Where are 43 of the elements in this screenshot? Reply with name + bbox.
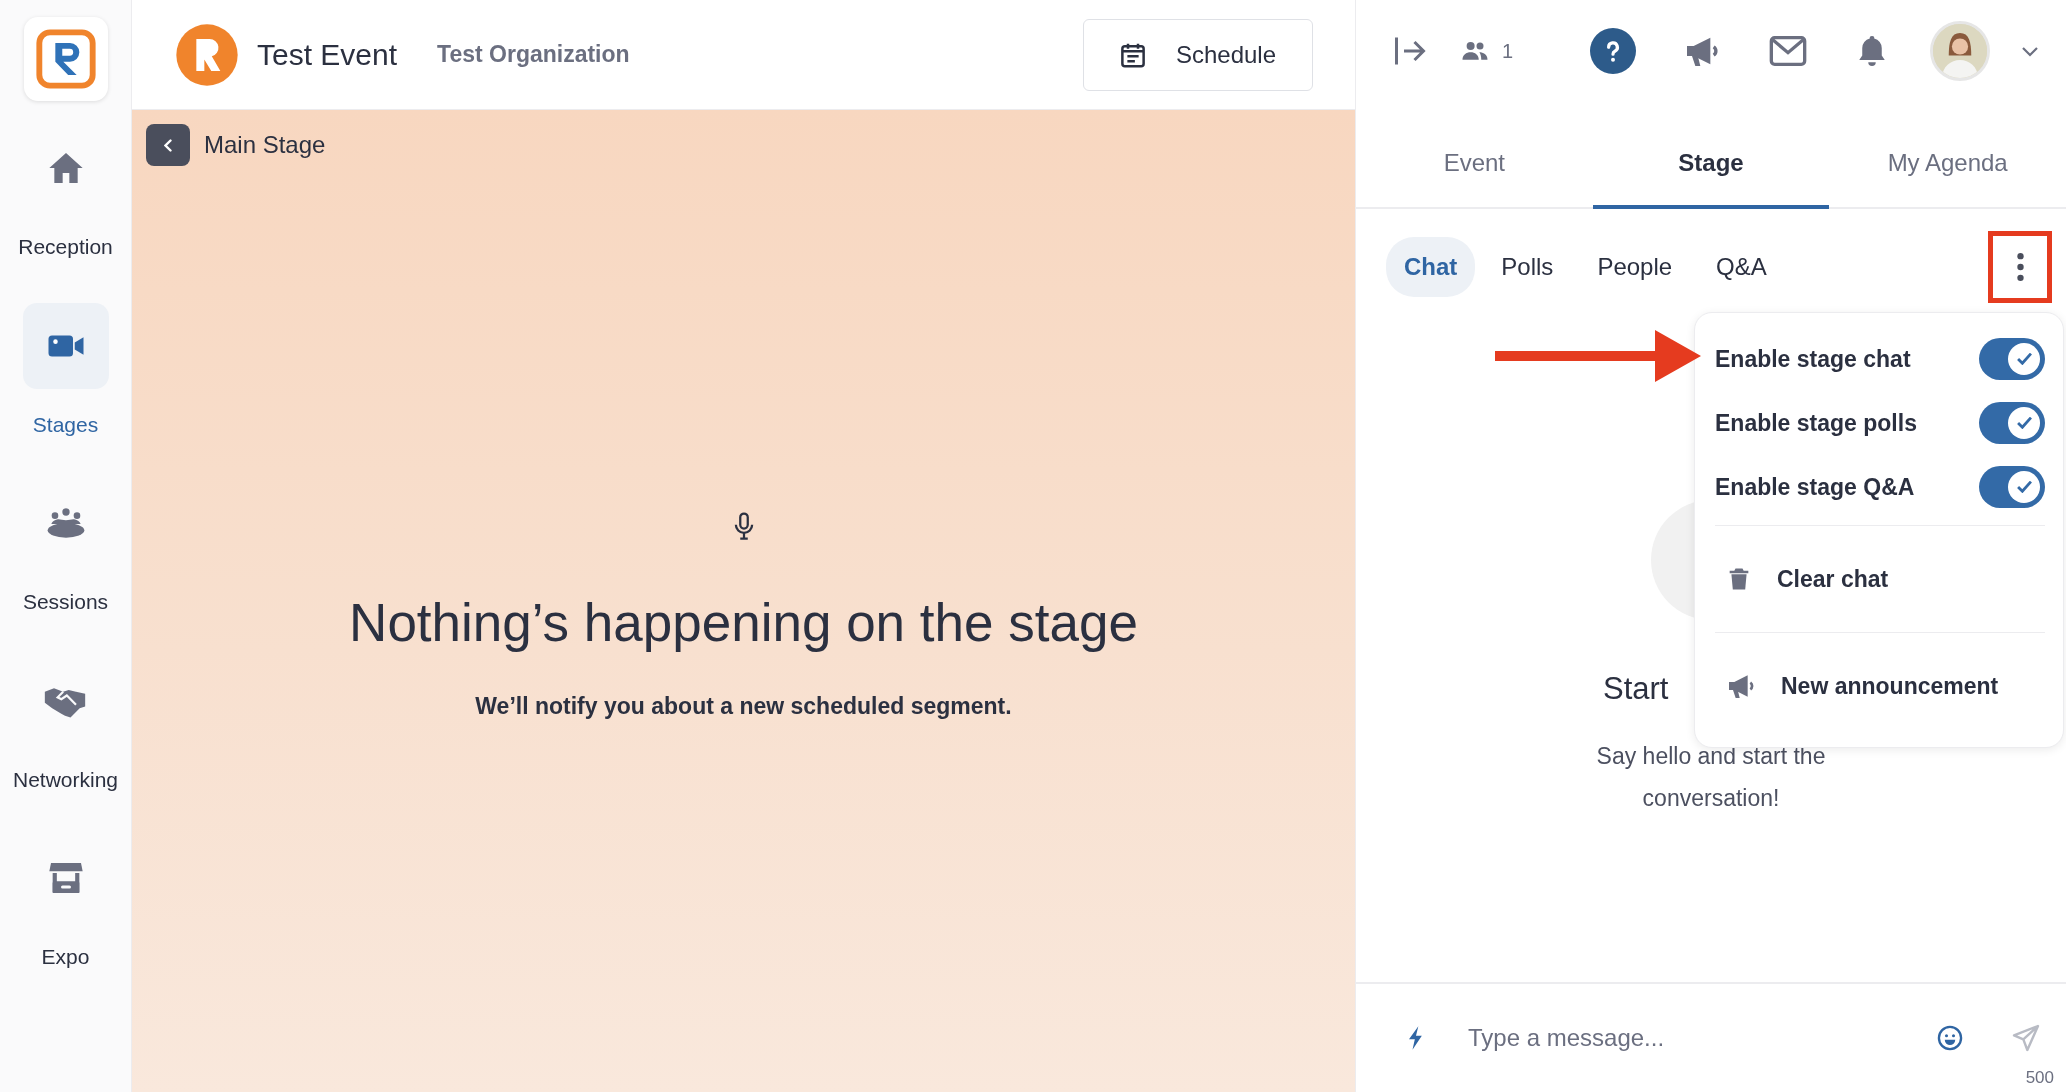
stage-heading: Nothing’s happening on the stage <box>349 592 1138 654</box>
attendee-count: 1 <box>1502 39 1514 64</box>
panel-tab[interactable]: Stage <box>1592 102 1830 209</box>
check-icon <box>2016 481 2032 493</box>
toggle-label: Enable stage Q&A <box>1715 472 1915 502</box>
empty-state-text: Say hello and start the conversation! <box>1595 741 1827 813</box>
panel-tab[interactable]: My Agenda <box>1829 102 2066 209</box>
sub-tab[interactable]: Q&A <box>1698 237 1785 297</box>
stage-subtext: We’ll notify you about a new scheduled segment. <box>475 691 1012 721</box>
avatar[interactable] <box>1930 21 1990 81</box>
sub-tab[interactable]: People <box>1579 237 1691 297</box>
check-icon <box>2016 417 2032 429</box>
back-button[interactable] <box>146 124 190 166</box>
sub-tab[interactable]: Chat <box>1386 237 1476 297</box>
toggle-switch[interactable] <box>1979 338 2045 380</box>
character-limit: 500 <box>2025 1066 2054 1089</box>
sidebar-item[interactable]: Reception <box>18 125 113 263</box>
toggle-switch[interactable] <box>1979 466 2045 508</box>
empty-state-title: Start <box>1603 671 1669 706</box>
sidebar-item[interactable]: Sessions <box>22 480 109 618</box>
kebab-icon <box>2016 253 2024 281</box>
event-logo <box>175 22 239 87</box>
app-logo[interactable] <box>23 17 108 101</box>
emoji-button[interactable] <box>1936 1024 1964 1052</box>
sidebar-item[interactable]: Networking <box>12 657 118 795</box>
toggle-label: Enable stage polls <box>1715 408 1917 438</box>
check-icon <box>2016 353 2032 365</box>
toggle-switch[interactable] <box>1979 402 2045 444</box>
send-icon <box>2010 1022 2042 1054</box>
panel-tab[interactable]: Event <box>1356 102 1593 209</box>
menu-item[interactable]: Clear chat <box>1715 532 2045 626</box>
schedule-button[interactable]: Schedule <box>1082 18 1313 91</box>
sidebar-item[interactable]: Expo <box>22 835 109 973</box>
help-button[interactable] <box>1590 28 1636 74</box>
sub-tab[interactable]: Polls <box>1483 237 1572 297</box>
organization-name: Test Organization <box>437 40 630 70</box>
stage-title: Main Stage <box>204 130 326 160</box>
smiley-icon <box>1936 1024 1964 1052</box>
more-options-button[interactable] <box>1988 231 2052 303</box>
event-name: Test Event <box>257 37 398 73</box>
back-icon <box>164 138 172 152</box>
toggle-label: Enable stage chat <box>1715 344 1911 374</box>
menu-item[interactable]: New announcement <box>1715 639 2045 733</box>
